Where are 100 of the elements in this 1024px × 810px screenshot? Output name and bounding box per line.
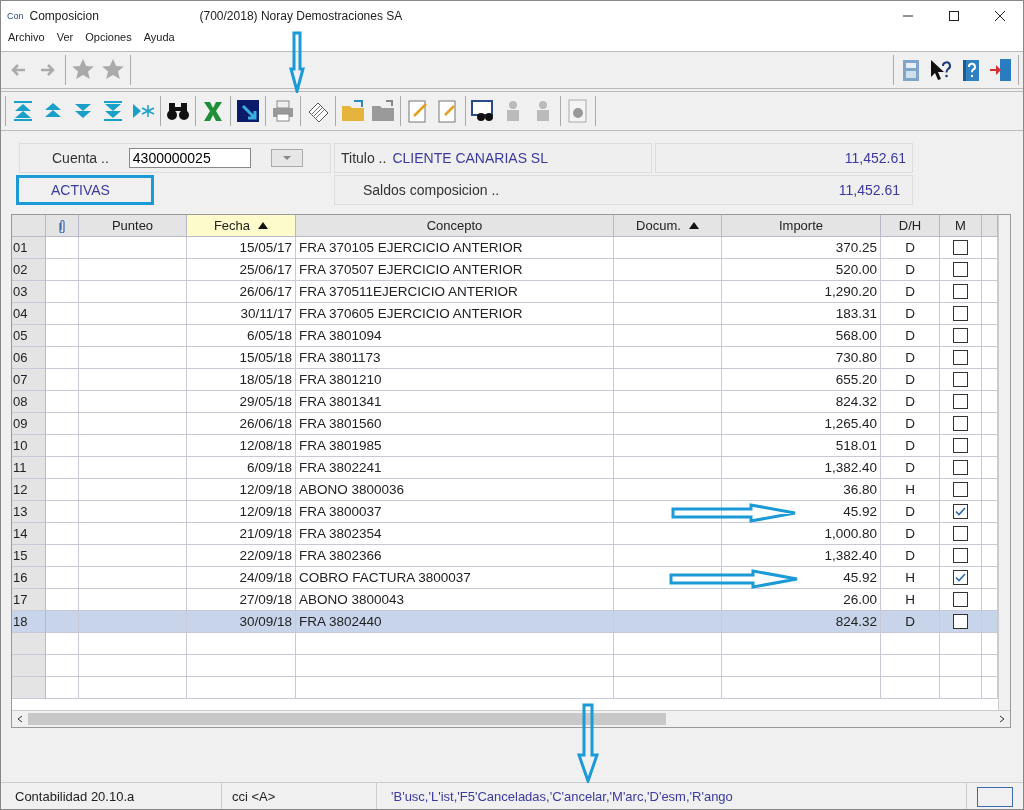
printer-icon[interactable] [270, 98, 296, 124]
help-pointer-icon[interactable] [928, 57, 954, 83]
row-number[interactable]: 03 [12, 281, 46, 303]
table-cell [46, 567, 79, 589]
table-cell: 12/08/18 [187, 435, 296, 457]
scroll-thumb[interactable] [28, 713, 666, 725]
row-number[interactable]: 07 [12, 369, 46, 391]
checkbox[interactable] [953, 504, 968, 519]
checkbox[interactable] [953, 306, 968, 321]
key-hints: 'B'usc,'L'ist,'F5'Canceladas,'C'ancelar,'M'arc,'D'esm,'R'ango [377, 783, 967, 809]
paperclip-icon[interactable] [58, 218, 66, 233]
row-number[interactable]: 04 [12, 303, 46, 325]
folder-icon[interactable] [340, 98, 366, 124]
exit-door-icon[interactable] [988, 57, 1014, 83]
table-cell [46, 523, 79, 545]
table-cell: D [881, 457, 940, 479]
row-number[interactable]: 09 [12, 413, 46, 435]
sort-ascending-icon[interactable] [258, 222, 269, 229]
menu-item[interactable]: Ayuda [143, 31, 175, 47]
table-cell [46, 677, 79, 699]
amount: 11,452.61 [838, 182, 900, 198]
menu-item[interactable]: Archivo [8, 31, 45, 47]
field-label: Cuenta .. [52, 150, 109, 166]
row-header [12, 655, 46, 677]
column-header[interactable]: Importe [722, 215, 881, 237]
column-header[interactable]: D/H [881, 215, 940, 237]
table-cell: 520.00 [722, 259, 881, 281]
column-header[interactable]: Concepto [296, 215, 614, 237]
checkbox[interactable] [953, 262, 968, 277]
row-number[interactable]: 11 [12, 457, 46, 479]
checkbox[interactable] [953, 350, 968, 365]
row-number[interactable]: 15 [12, 545, 46, 567]
menu-item[interactable]: Opciones [85, 31, 132, 47]
field-label: Saldos composicion .. [363, 182, 500, 198]
column-header[interactable]: Punteo [79, 215, 187, 237]
row-number[interactable]: 10 [12, 435, 46, 457]
checkbox[interactable] [953, 394, 968, 409]
checkbox[interactable] [953, 526, 968, 541]
checkbox[interactable] [953, 416, 968, 431]
table-cell: FRA 370511EJERCICIO ANTERIOR [296, 281, 614, 303]
table-cell: H [881, 567, 940, 589]
table-cell: 568.00 [722, 325, 881, 347]
column-header[interactable]: Docum. [614, 215, 722, 237]
field-label: Titulo .. [341, 150, 387, 166]
table-cell: 25/06/17 [187, 259, 296, 281]
checkbox[interactable] [953, 438, 968, 453]
table-cell: 824.32 [722, 391, 881, 413]
column-header[interactable]: Fecha [187, 215, 296, 237]
checkbox[interactable] [953, 570, 968, 585]
table-cell: 15/05/18 [187, 347, 296, 369]
row-number[interactable]: 01 [12, 237, 46, 259]
export-icon[interactable] [235, 98, 261, 124]
checkbox[interactable] [953, 372, 968, 387]
checkbox[interactable] [953, 592, 968, 607]
row-number[interactable]: 14 [12, 523, 46, 545]
row-number[interactable]: 06 [12, 347, 46, 369]
sort-ascending-icon[interactable] [688, 222, 699, 229]
table-cell: 824.32 [722, 611, 881, 633]
scroll-right-icon[interactable] [998, 715, 1006, 723]
row-number[interactable]: 13 [12, 501, 46, 523]
table-cell [46, 325, 79, 347]
table-cell: 26/06/17 [187, 281, 296, 303]
table-cell: D [881, 501, 940, 523]
checkbox[interactable] [953, 328, 968, 343]
row-number[interactable]: 02 [12, 259, 46, 281]
table-cell: FRA 3801094 [296, 325, 614, 347]
row-number[interactable]: 17 [12, 589, 46, 611]
checkbox[interactable] [953, 240, 968, 255]
table-cell: 36.80 [722, 479, 881, 501]
vertical-scrollbar[interactable] [998, 215, 1010, 710]
table-cell: 26/06/18 [187, 413, 296, 435]
filter-label: ACTIVAS [51, 182, 110, 198]
account-field[interactable]: 4300000025 [128, 148, 251, 168]
scroll-left-icon[interactable] [16, 715, 24, 723]
table-cell: 1,290.20 [722, 281, 881, 303]
table-cell: H [881, 479, 940, 501]
row-number[interactable]: 18 [12, 611, 46, 633]
row-number[interactable]: 16 [12, 567, 46, 589]
folder-icon[interactable] [370, 98, 396, 124]
checkbox[interactable] [953, 460, 968, 475]
horizontal-scrollbar[interactable] [12, 710, 1010, 727]
table-cell: D [881, 237, 940, 259]
window-search-icon[interactable] [470, 98, 496, 124]
checkbox[interactable] [953, 614, 968, 629]
table-cell [881, 677, 940, 699]
checkbox[interactable] [953, 284, 968, 299]
column-header[interactable]: M [940, 215, 982, 237]
menu-item[interactable]: Ver [56, 31, 74, 47]
row-number[interactable]: 12 [12, 479, 46, 501]
table-cell [46, 303, 79, 325]
table-cell [46, 413, 79, 435]
row-number[interactable]: 08 [12, 391, 46, 413]
column-header[interactable] [46, 215, 79, 237]
table-cell: FRA 370605 EJERCICIO ANTERIOR [296, 303, 614, 325]
checkbox[interactable] [953, 482, 968, 497]
table-cell: D [881, 325, 940, 347]
table-cell: FRA 3801341 [296, 391, 614, 413]
table-cell: 12/09/18 [187, 479, 296, 501]
row-number[interactable]: 05 [12, 325, 46, 347]
checkbox[interactable] [953, 548, 968, 563]
